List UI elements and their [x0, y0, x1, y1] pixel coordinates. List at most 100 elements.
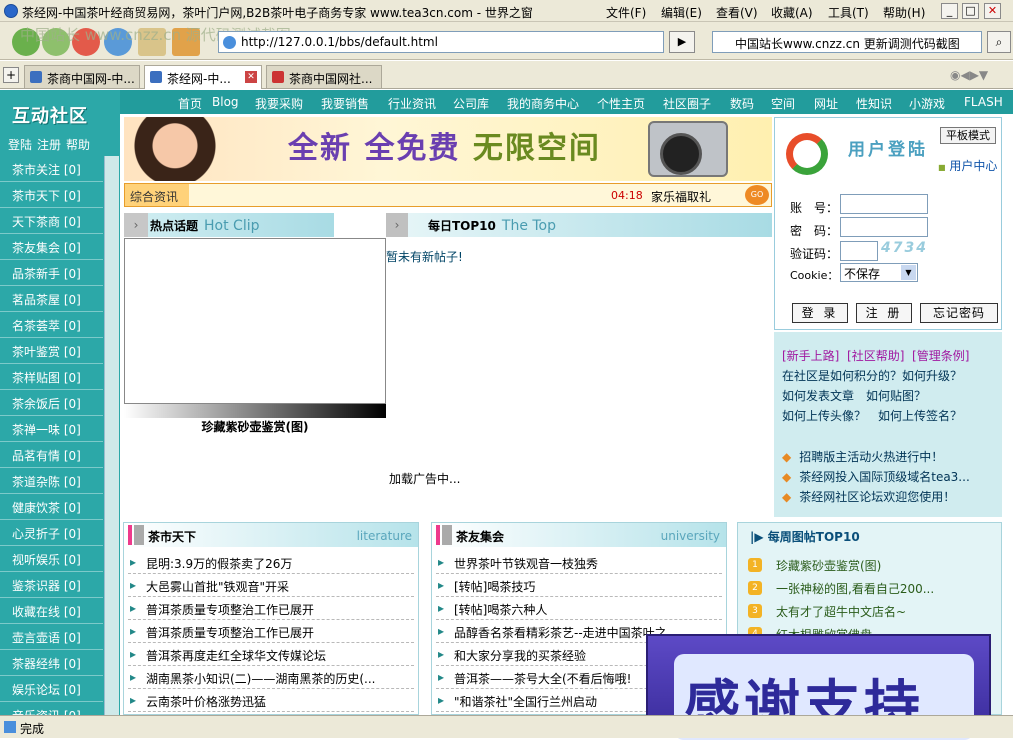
flat-mode-button[interactable]: 平板模式 — [940, 127, 996, 144]
nav-item[interactable]: 数码 — [730, 95, 754, 112]
nav-item[interactable]: 首页 — [178, 95, 202, 112]
nav-item[interactable]: 行业资讯 — [388, 95, 436, 112]
search-input[interactable]: 中国站长www.cnzz.cn 更新调测代码截图 — [712, 31, 982, 53]
captcha-image[interactable]: 4734 — [881, 240, 943, 260]
login-title: 用户登陆 — [848, 140, 928, 160]
sidebar-item[interactable]: 健康饮茶 [0] — [0, 494, 103, 520]
sidebar-item[interactable]: 心灵折子 [0] — [0, 520, 103, 546]
register-button[interactable]: 注 册 — [856, 303, 912, 323]
top10-item[interactable]: 3 太有才了超牛中文店名~ — [748, 599, 998, 622]
go-button[interactable]: ▶ — [669, 31, 695, 53]
sidebar-item[interactable]: 茶市关注 [0] — [0, 156, 103, 182]
nav-item[interactable]: FLASH — [964, 95, 1003, 109]
nav-item[interactable]: 我的商务中心 — [507, 95, 579, 112]
sidebar-item[interactable]: 品茗有情 [0] — [0, 442, 103, 468]
nav-item[interactable]: 性知识 — [856, 95, 892, 112]
cookie-select[interactable]: 不保存 ▼ — [840, 263, 918, 282]
minimize-icon[interactable]: _ — [941, 3, 958, 19]
menu-tools[interactable]: 工具(T) — [828, 4, 869, 21]
menu-file[interactable]: 文件(F) — [606, 4, 646, 21]
password-input[interactable] — [840, 217, 928, 237]
sidebar-item[interactable]: 茶禅一味 [0] — [0, 416, 103, 442]
tab-scroll-icons[interactable]: ◉◀▶▼ — [950, 68, 1010, 82]
login-button[interactable]: 登 录 — [792, 303, 848, 323]
news-item[interactable]: ◆ 茶经网投入国际顶级域名tea3... — [782, 468, 970, 485]
nav-item[interactable]: 网址 — [814, 95, 838, 112]
user-center-link[interactable]: ■ 用户中心 — [938, 157, 997, 174]
help-q2[interactable]: 如何发表文章 如何贴图？ — [782, 387, 926, 404]
sidebar-item[interactable]: 茶器经纬 [0] — [0, 650, 103, 676]
address-bar[interactable]: http://127.0.0.1/bbs/default.html — [218, 31, 664, 53]
list-item[interactable]: [转帖]喝茶六种人 — [436, 597, 722, 620]
sidebar-help-link[interactable]: 帮助 — [66, 138, 90, 152]
top10-item[interactable]: 1 珍藏紫砂壶鉴赏(图) — [748, 553, 998, 576]
status-text: 完成 — [20, 722, 45, 736]
nav-item[interactable]: 我要销售 — [321, 95, 369, 112]
menu-edit[interactable]: 编辑(E) — [661, 4, 702, 21]
sidebar-register-link[interactable]: 注册 — [37, 138, 61, 152]
rules-link[interactable]: [管理条例] — [912, 349, 969, 363]
sidebar-item[interactable]: 茶市天下 [0] — [0, 182, 103, 208]
close-icon[interactable]: ✕ — [984, 3, 1001, 19]
tab-1[interactable]: 茶商中国网-中... — [24, 65, 140, 88]
sidebar-scrollbar[interactable] — [104, 156, 119, 715]
menu-favorites[interactable]: 收藏(A) — [771, 4, 813, 21]
ticker-headline[interactable]: 家乐福取礼 — [651, 188, 711, 205]
sidebar-item[interactable]: 音乐资讯 [0] — [0, 702, 103, 715]
maximize-icon[interactable]: □ — [962, 3, 979, 19]
list-item[interactable]: 湖南黑茶小知识(二)——湖南黑茶的历史(... — [128, 666, 414, 689]
sidebar-login-link[interactable]: 登陆 — [8, 138, 32, 152]
list-item[interactable]: 云南茶叶价格涨势迅猛 — [128, 689, 414, 712]
banner-ad[interactable]: 全新 全免费 无限空间 — [124, 117, 772, 181]
list-item[interactable]: 普洱茶再度走红全球华文传媒论坛 — [128, 643, 414, 666]
new-tab-icon[interactable]: + — [3, 67, 19, 83]
help-q1[interactable]: 在社区是如何积分的？如何升级？ — [782, 367, 962, 384]
nav-item[interactable]: 空间 — [771, 95, 795, 112]
nav-item[interactable]: 我要采购 — [255, 95, 303, 112]
captcha-input[interactable] — [840, 241, 878, 261]
sidebar-item[interactable]: 收藏在线 [0] — [0, 598, 103, 624]
nav-item[interactable]: Blog — [212, 95, 239, 109]
news-item[interactable]: ◆ 招聘版主活动火热进行中！ — [782, 448, 943, 465]
forgot-password-button[interactable]: 忘记密码 — [920, 303, 998, 323]
sidebar-item[interactable]: 视听娱乐 [0] — [0, 546, 103, 572]
top10-item[interactable]: 2 一张神秘的图,看看自己200... — [748, 576, 998, 599]
tab-3[interactable]: 茶商中国网社... — [266, 65, 382, 88]
newbie-link[interactable]: [新手上路] — [782, 349, 839, 363]
sidebar-item[interactable]: 茗品茶屋 [0] — [0, 286, 103, 312]
tab-2[interactable]: 茶经网-中... ✕ — [144, 65, 262, 89]
sidebar-item[interactable]: 壶言壶语 [0] — [0, 624, 103, 650]
sidebar-item[interactable]: 茶道杂陈 [0] — [0, 468, 103, 494]
list-item[interactable]: 昆明:3.9万的假茶卖了26万 — [128, 551, 414, 574]
community-help-link[interactable]: [社区帮助] — [847, 349, 904, 363]
nav-item[interactable]: 小游戏 — [909, 95, 945, 112]
news-item[interactable]: ◆ 茶经网社区论坛欢迎您使用！ — [782, 488, 955, 505]
top-header: › 每日TOP10 The Top — [386, 213, 772, 237]
list-item[interactable]: 普洱茶质量专项整治工作已展开 — [128, 597, 414, 620]
list-item[interactable]: [转帖]喝茶技巧 — [436, 574, 722, 597]
sidebar-item[interactable]: 茶余饭后 [0] — [0, 390, 103, 416]
list-item[interactable]: 大邑雾山首批"铁观音"开采 — [128, 574, 414, 597]
menu-view[interactable]: 查看(V) — [716, 4, 758, 21]
nav-item[interactable]: 社区圈子 — [663, 95, 711, 112]
ticker-go-button[interactable]: GO — [745, 185, 769, 205]
sidebar-item[interactable]: 鉴茶识器 [0] — [0, 572, 103, 598]
tab-close-icon[interactable]: ✕ — [245, 71, 257, 83]
sidebar-item[interactable]: 名茶荟萃 [0] — [0, 312, 103, 338]
help-q3[interactable]: 如何上传头像？ 如何上传签名？ — [782, 407, 962, 424]
hot-clip-image[interactable] — [124, 238, 386, 404]
sidebar-item[interactable]: 茶叶鉴赏 [0] — [0, 338, 103, 364]
nav-item[interactable]: 个性主页 — [597, 95, 645, 112]
sidebar-item[interactable]: 天下茶商 [0] — [0, 208, 103, 234]
sidebar-item[interactable]: 茶友集会 [0] — [0, 234, 103, 260]
search-icon[interactable]: ⌕ — [987, 31, 1011, 53]
menu-help[interactable]: 帮助(H) — [883, 4, 925, 21]
account-input[interactable] — [840, 194, 928, 214]
sidebar-item[interactable]: 品茶新手 [0] — [0, 260, 103, 286]
list-item[interactable]: 世界茶叶节铁观音一枝独秀 — [436, 551, 722, 574]
nav-item[interactable]: 公司库 — [453, 95, 489, 112]
hot-clip-caption[interactable]: 珍藏紫砂壶鉴赏(图) — [124, 418, 386, 436]
sidebar-item[interactable]: 茶样贴图 [0] — [0, 364, 103, 390]
list-item[interactable]: 普洱茶质量专项整治工作已展开 — [128, 620, 414, 643]
sidebar-item[interactable]: 娱乐论坛 [0] — [0, 676, 103, 702]
